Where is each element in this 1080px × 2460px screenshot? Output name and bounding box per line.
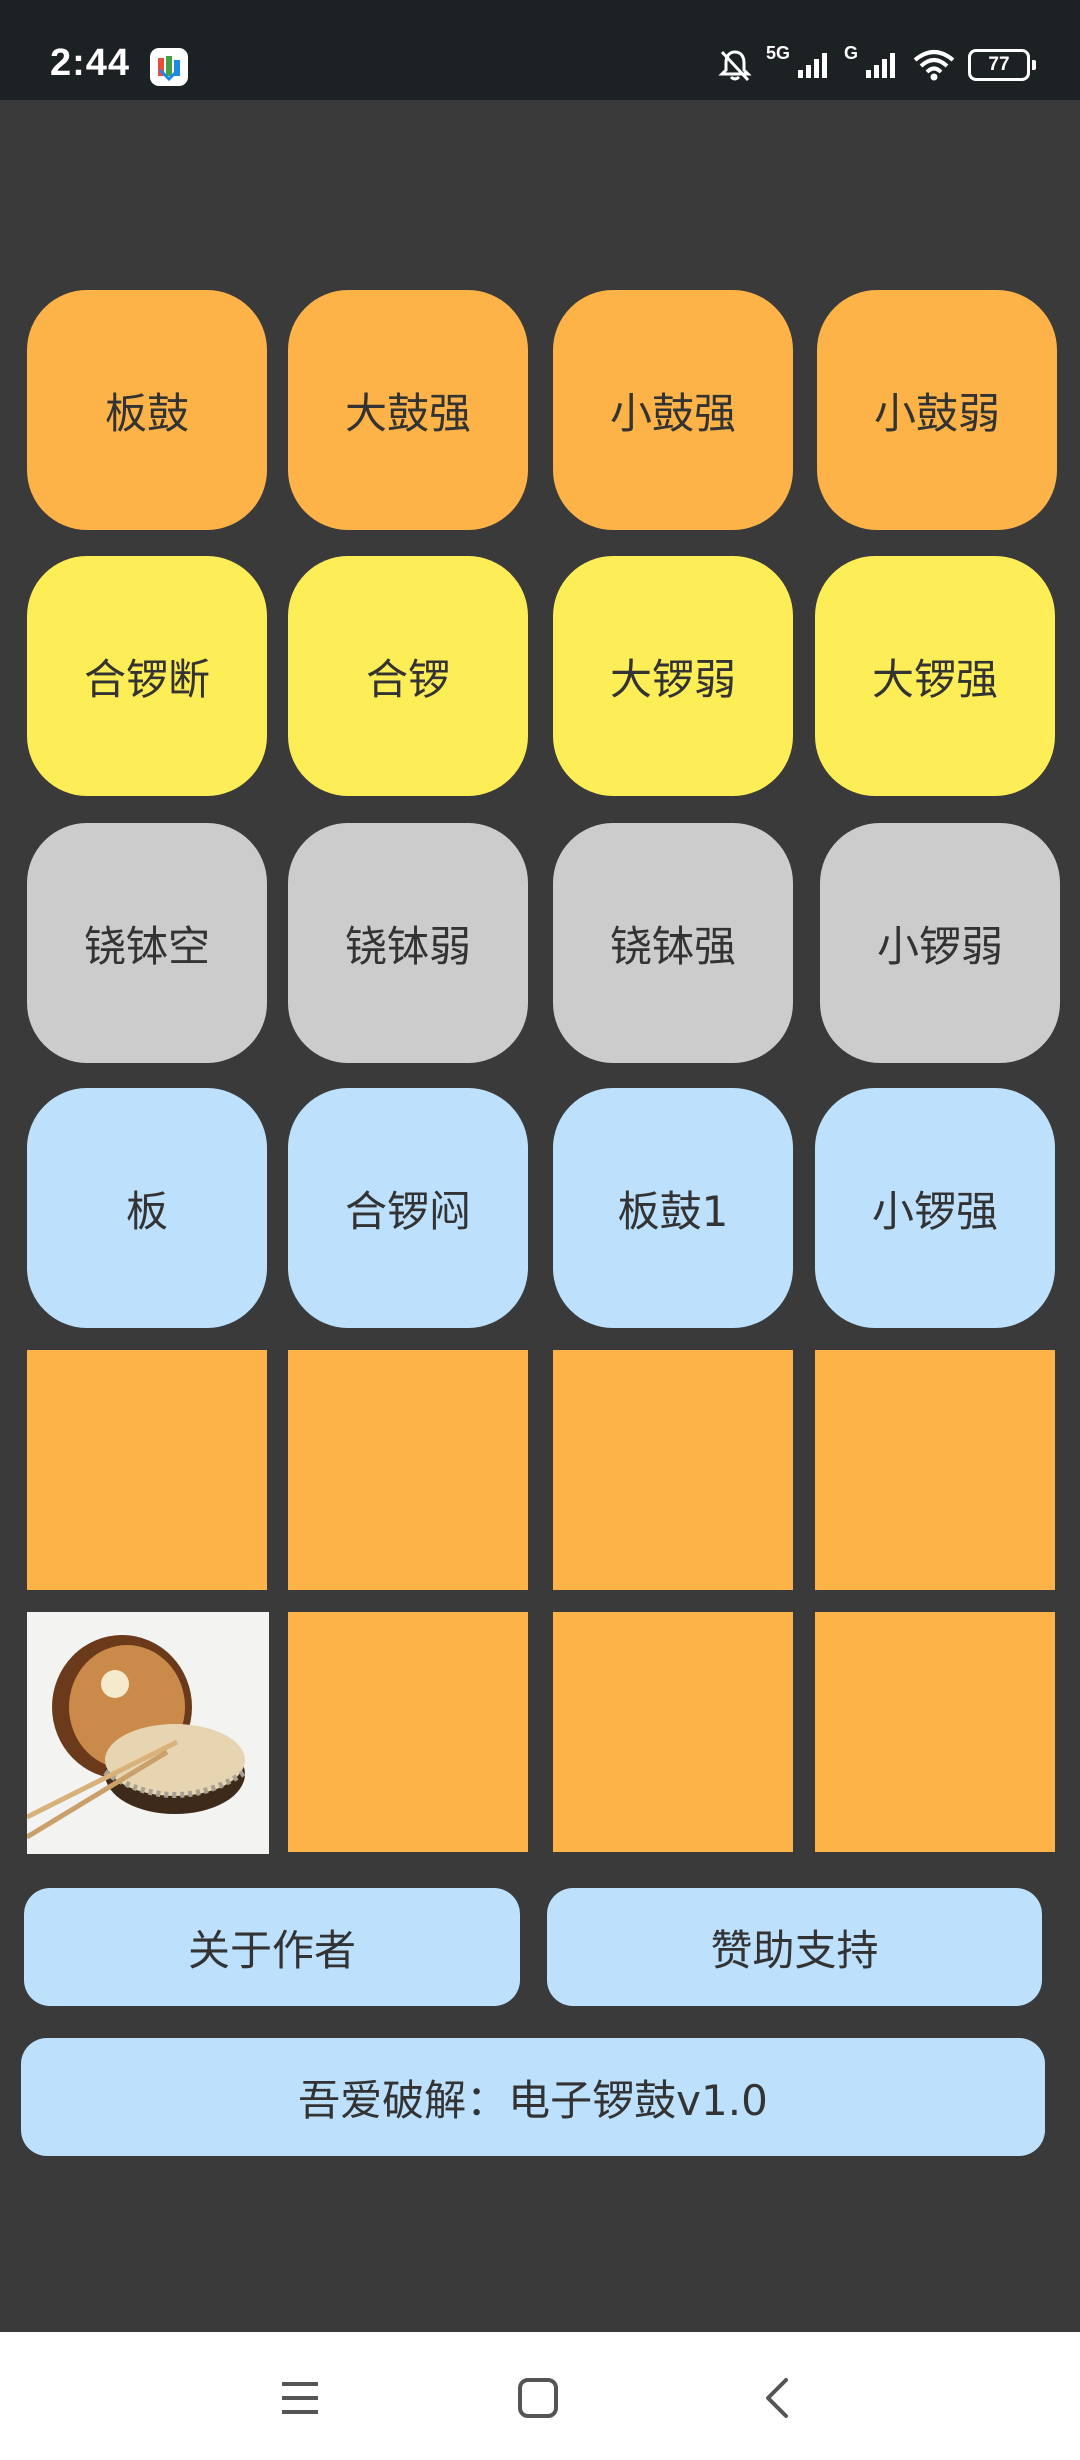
battery-icon: 77 — [968, 49, 1036, 81]
status-time: 2:44 — [50, 42, 131, 84]
pad-naobo-strong[interactable]: 铙钵强 — [553, 823, 793, 1063]
pad-xiaoluo-strong[interactable]: 小锣强 — [815, 1088, 1055, 1328]
bell-muted-icon — [718, 50, 752, 82]
pad-daluo-strong[interactable]: 大锣强 — [815, 556, 1055, 796]
pad-daluo-weak[interactable]: 大锣弱 — [553, 556, 793, 796]
pad-heluo[interactable]: 合锣 — [288, 556, 528, 796]
signal-icon — [797, 53, 827, 78]
pad-xiaogu-weak[interactable]: 小鼓弱 — [817, 290, 1057, 530]
pad-bangu[interactable]: 板鼓 — [27, 290, 267, 530]
back-icon[interactable] — [756, 2376, 800, 2420]
battery-level: 77 — [988, 54, 1010, 75]
pad-empty-3[interactable] — [553, 1350, 793, 1590]
pad-heluo-men[interactable]: 合锣闷 — [288, 1088, 528, 1328]
wifi-icon — [913, 50, 955, 81]
pad-xiaoluo-weak[interactable]: 小锣弱 — [820, 823, 1060, 1063]
navigation-bar — [0, 2332, 1080, 2460]
about-author-button[interactable]: 关于作者 — [24, 1888, 520, 2006]
pad-empty-5[interactable] — [288, 1612, 528, 1852]
pad-naobo-empty[interactable]: 铙钵空 — [27, 823, 267, 1063]
pad-heluo-duan[interactable]: 合锣断 — [27, 556, 267, 796]
home-icon[interactable] — [516, 2376, 560, 2420]
menu-icon[interactable] — [278, 2376, 322, 2420]
pad-bangu-1[interactable]: 板鼓1 — [553, 1088, 793, 1328]
status-icons: 5G G 77 — [716, 40, 1036, 90]
title-banner-button[interactable]: 吾爱破解：电子锣鼓v1.0 — [21, 2038, 1045, 2156]
drum-image[interactable] — [27, 1612, 269, 1854]
pad-dagu-strong[interactable]: 大鼓强 — [288, 290, 528, 530]
status-bar: 2:44 5G G 77 — [0, 0, 1080, 100]
support-button[interactable]: 赞助支持 — [547, 1888, 1042, 2006]
network-5g-label: 5G — [765, 42, 790, 63]
pad-ban[interactable]: 板 — [27, 1088, 267, 1328]
pad-empty-7[interactable] — [815, 1612, 1055, 1852]
pad-xiaogu-strong[interactable]: 小鼓强 — [553, 290, 793, 530]
pad-empty-6[interactable] — [553, 1612, 793, 1852]
pad-empty-4[interactable] — [815, 1350, 1055, 1590]
pad-naobo-weak[interactable]: 铙钵弱 — [288, 823, 528, 1063]
app-notification-icon — [150, 48, 188, 86]
network-g-label: G — [843, 42, 858, 63]
pad-empty-1[interactable] — [27, 1350, 267, 1590]
signal-icon-2 — [866, 53, 895, 78]
pad-empty-2[interactable] — [288, 1350, 528, 1590]
